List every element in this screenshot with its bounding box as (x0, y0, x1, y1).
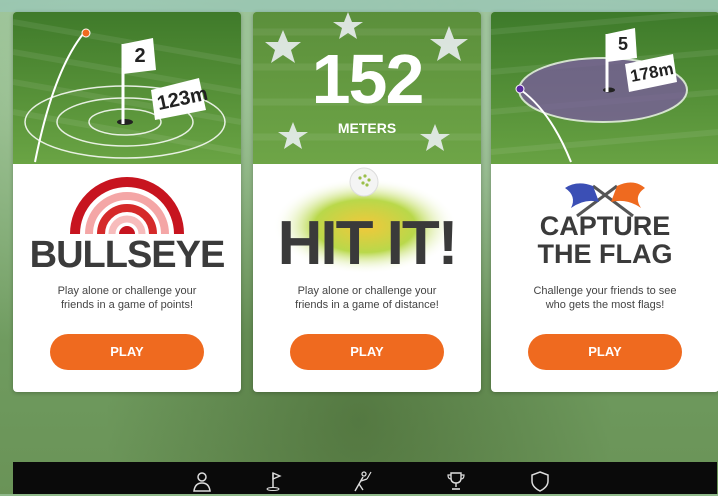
capture-flag-play-button[interactable]: PLAY (528, 334, 682, 370)
shield-icon[interactable] (529, 470, 551, 492)
distance-value: 152 (311, 40, 425, 118)
title-line: THE FLAG (537, 239, 673, 269)
course-flag-icon[interactable] (264, 470, 286, 492)
game-title: BULLSEYE (29, 234, 226, 276)
game-description: Play alone or challenge your friends in … (13, 284, 241, 312)
capture-flag-hero-image: 5 178m (491, 12, 718, 164)
description-line: Play alone or challenge your (57, 285, 197, 297)
title-line: CAPTURE (539, 211, 671, 241)
game-title: HIT IT! (277, 209, 459, 278)
trophy-icon[interactable] (445, 470, 467, 492)
bottom-nav-bar (13, 462, 717, 494)
game-description: Challenge your friends to see who gets t… (491, 284, 718, 312)
bullseye-play-button[interactable]: PLAY (50, 334, 204, 370)
capture-the-flag-card[interactable]: 5 178m CAPTURE THE FLAG Challenge your f… (491, 12, 718, 392)
bullseye-card[interactable]: 2 123m BULLSEYE Play alone or challenge … (13, 12, 241, 392)
hole-number: 5 (617, 34, 628, 54)
golfer-icon[interactable] (351, 470, 373, 492)
bullseye-hero-image: 2 123m (13, 12, 241, 164)
distance-unit: METERS (337, 120, 397, 136)
profile-icon[interactable] (191, 470, 213, 492)
hole-number: 2 (134, 45, 146, 67)
description-line: Play alone or challenge your (297, 285, 437, 297)
hit-it-hero-image: 152 METERS (253, 12, 481, 164)
description-line: friends in a game of points! (60, 299, 194, 311)
description-line: Challenge your friends to see (533, 285, 677, 297)
game-description: Play alone or challenge your friends in … (253, 284, 481, 312)
hit-it-card[interactable]: 152 METERS HIT IT! Play alone or challen… (253, 12, 481, 392)
game-title: CAPTURE THE FLAG (491, 212, 718, 268)
top-strip (0, 0, 718, 12)
description-line: who gets the most flags! (545, 299, 665, 311)
hit-it-play-button[interactable]: PLAY (290, 334, 444, 370)
description-line: friends in a game of distance! (295, 299, 439, 311)
